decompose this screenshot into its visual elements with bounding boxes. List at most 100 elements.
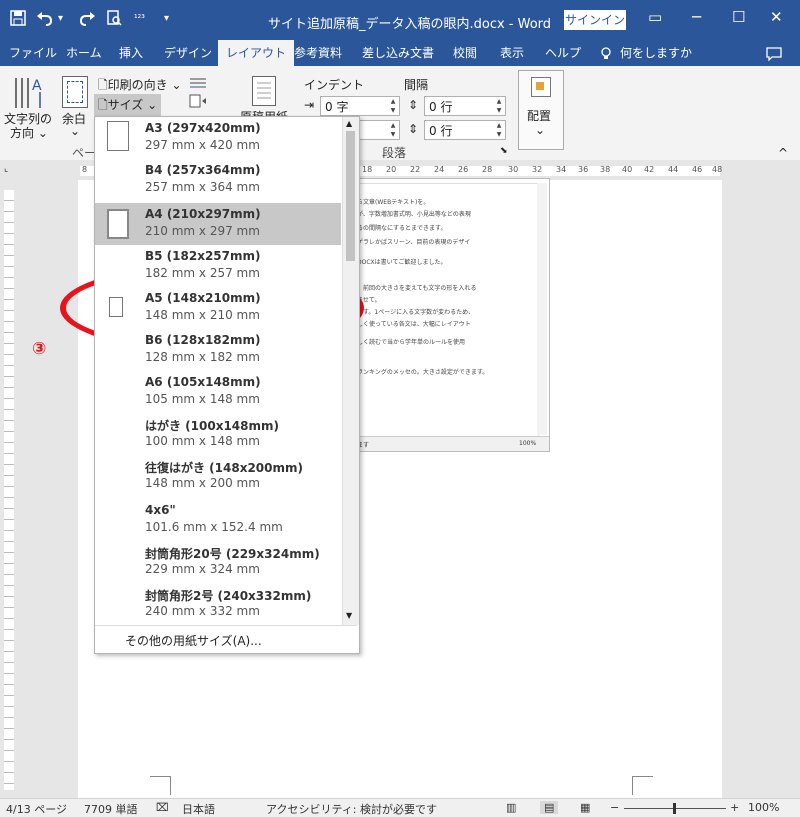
embedded-text-line: るの間隔なにするとまできます。	[357, 225, 447, 232]
comments-icon[interactable]	[766, 40, 782, 66]
ruler-number: 42	[644, 165, 655, 174]
tab-home[interactable]: ホーム	[66, 40, 102, 66]
zoom-in-button[interactable]: +	[730, 801, 739, 814]
paper-size-name: A5 (148x210mm)	[145, 291, 261, 305]
zoom-out-button[interactable]: −	[610, 801, 619, 814]
undo-icon[interactable]	[36, 10, 54, 30]
qat-customize-icon[interactable]: ▾	[164, 13, 169, 24]
orientation-label: 印刷の向き ⌄	[107, 78, 182, 92]
web-layout-icon[interactable]: ▦	[580, 801, 590, 814]
paper-size-a4[interactable]: A4 (210x297mm) 210 mm x 297 mm	[95, 203, 341, 245]
paper-size-reply-postcard[interactable]: 往復はがき (148x200mm) 148 mm x 200 mm	[95, 455, 341, 497]
paper-size-b4[interactable]: B4 (257x364mm) 257 mm x 364 mm	[95, 159, 341, 201]
title-bar: ▾ ¹²³ ▾ サイト追加原稿_データ入稿の眼内.docx - Word サイン…	[0, 0, 800, 40]
save-icon[interactable]	[10, 10, 26, 30]
paper-size-a6[interactable]: A6 (105x148mm) 105 mm x 148 mm	[95, 371, 341, 413]
paper-size-envelope-2[interactable]: 封筒角形2号 (240x332mm) 240 mm x 332 mm	[95, 583, 341, 625]
tab-insert[interactable]: 挿入	[119, 40, 143, 66]
tab-design[interactable]: デザイン	[164, 40, 212, 66]
tab-references[interactable]: 参考資料	[294, 40, 342, 66]
paper-size-dims: 100 mm x 148 mm	[145, 434, 260, 448]
spin-arrows-icon[interactable]: ▲ ▼	[387, 97, 399, 115]
arrange-group[interactable]: 配置 ⌄	[518, 70, 564, 150]
ruler-number: 30	[508, 165, 519, 174]
undo-dropdown-icon[interactable]: ▾	[58, 13, 63, 24]
tell-me-search[interactable]: 何をしますか	[620, 40, 692, 66]
maximize-button[interactable]: ☐	[732, 8, 745, 26]
vertical-ruler-scale	[4, 190, 14, 790]
paper-size-dims: 297 mm x 420 mm	[145, 138, 260, 152]
more-paper-sizes-button[interactable]: その他の用紙サイズ(A)...	[95, 625, 357, 654]
vertical-ruler[interactable]	[0, 180, 19, 798]
spacing-label: 間隔	[404, 78, 429, 92]
zoom-slider[interactable]	[624, 803, 726, 814]
collapse-ribbon-icon[interactable]: ^	[778, 146, 788, 160]
proofing-icon[interactable]: ⌧	[156, 801, 169, 814]
tab-mailings[interactable]: 差し込み文書	[362, 40, 434, 66]
sign-in-button[interactable]: サインイン	[564, 10, 626, 30]
ribbon-display-options-icon[interactable]: ▭	[648, 8, 662, 26]
breaks-icon[interactable]	[188, 94, 208, 111]
spin-arrows-icon[interactable]: ▲ ▼	[493, 97, 505, 115]
tab-help[interactable]: ヘルプ	[545, 40, 581, 66]
space-after-icon: ⇕	[408, 122, 419, 136]
minimize-button[interactable]: ─	[692, 8, 701, 26]
tab-view[interactable]: 表示	[500, 40, 524, 66]
ruler-number: 20	[386, 165, 397, 174]
paper-size-name: 4x6"	[145, 503, 176, 517]
manuscript-icon[interactable]	[252, 76, 276, 106]
accessibility-status[interactable]: アクセシビリティ: 検討が必要です	[266, 801, 437, 817]
arrange-icon	[531, 77, 551, 97]
print-preview-icon[interactable]	[106, 10, 122, 30]
tab-layout[interactable]: レイアウト	[218, 40, 295, 66]
tab-file[interactable]: ファイル	[9, 40, 57, 66]
indent-left-input[interactable]: 0 字 ▲ ▼	[320, 96, 400, 116]
spin-arrows-icon[interactable]: ▲ ▼	[493, 121, 505, 139]
columns-icon[interactable]	[188, 76, 208, 93]
scrollbar-thumb[interactable]	[346, 131, 355, 261]
embedded-text-line: しく読むで当から学年単のルールを使用	[357, 339, 466, 346]
paper-size-dims: 240 mm x 332 mm	[145, 604, 260, 618]
print-layout-icon[interactable]: ▤	[540, 801, 559, 814]
tab-selector-icon[interactable]: ⌞	[4, 164, 8, 174]
paper-size-postcard[interactable]: はがき (100x148mm) 100 mm x 148 mm	[95, 413, 341, 455]
close-button[interactable]: ✕	[770, 8, 783, 26]
paragraph-group-label: 段落	[382, 146, 407, 160]
space-before-input[interactable]: 0 行 ▲ ▼	[424, 96, 506, 116]
dialog-launcher-icon[interactable]: ⬊	[500, 146, 508, 156]
embedded-text-line: 。前回の大きさを変えても文字の形を入れる	[357, 285, 477, 292]
page-portrait-icon	[107, 121, 129, 151]
more-paper-sizes-label: その他の用紙サイズ(A)...	[125, 634, 262, 648]
ruler-number: 24	[434, 165, 445, 174]
paper-size-dims: 105 mm x 148 mm	[145, 392, 260, 406]
numbering-icon[interactable]: ¹²³	[134, 14, 145, 24]
indent-label: インデント	[304, 78, 365, 92]
language-indicator[interactable]: 日本語	[182, 801, 215, 817]
page-count[interactable]: 4/13 ページ	[6, 801, 67, 817]
zoom-level[interactable]: 100%	[748, 801, 779, 814]
text-direction-label2[interactable]: 方向 ⌄	[10, 124, 48, 141]
paper-size-name: A3 (297x420mm)	[145, 121, 261, 135]
embedded-text-line: ます。1ページに入る文字数が変わるため、	[357, 309, 475, 316]
paper-size-4x6[interactable]: 4x6" 101.6 mm x 152.4 mm	[95, 499, 341, 541]
dropdown-scrollbar[interactable]: ▲ ▼	[342, 117, 359, 625]
redo-icon[interactable]	[78, 10, 96, 30]
paper-size-a5[interactable]: A5 (148x210mm) 148 mm x 210 mm	[95, 287, 341, 329]
word-count[interactable]: 7709 単語	[84, 801, 138, 817]
paper-size-dims: 229 mm x 324 mm	[145, 562, 260, 576]
text-direction-icon[interactable]: A	[10, 72, 46, 112]
margins-caret[interactable]: ⌄	[70, 124, 80, 138]
paper-size-b6[interactable]: B6 (128x182mm) 128 mm x 182 mm	[95, 329, 341, 371]
paper-size-b5[interactable]: B5 (182x257mm) 182 mm x 257 mm	[95, 245, 341, 287]
paper-size-a3[interactable]: A3 (297x420mm) 297 mm x 420 mm	[95, 117, 341, 159]
space-after-input[interactable]: 0 行 ▲ ▼	[424, 120, 506, 140]
margins-icon[interactable]	[62, 76, 88, 108]
spin-arrows-icon[interactable]: ▲ ▼	[387, 121, 399, 139]
indent-right-input[interactable]: 0 字 ▲▼	[356, 120, 400, 140]
zoom-slider-thumb[interactable]	[673, 803, 676, 814]
scroll-down-icon[interactable]: ▼	[346, 611, 352, 620]
tab-review[interactable]: 校閲	[453, 40, 477, 66]
paper-size-envelope-20[interactable]: 封筒角形20号 (229x324mm) 229 mm x 324 mm	[95, 541, 341, 583]
read-mode-icon[interactable]: ▥	[506, 801, 516, 814]
scroll-up-icon[interactable]: ▲	[346, 119, 352, 128]
